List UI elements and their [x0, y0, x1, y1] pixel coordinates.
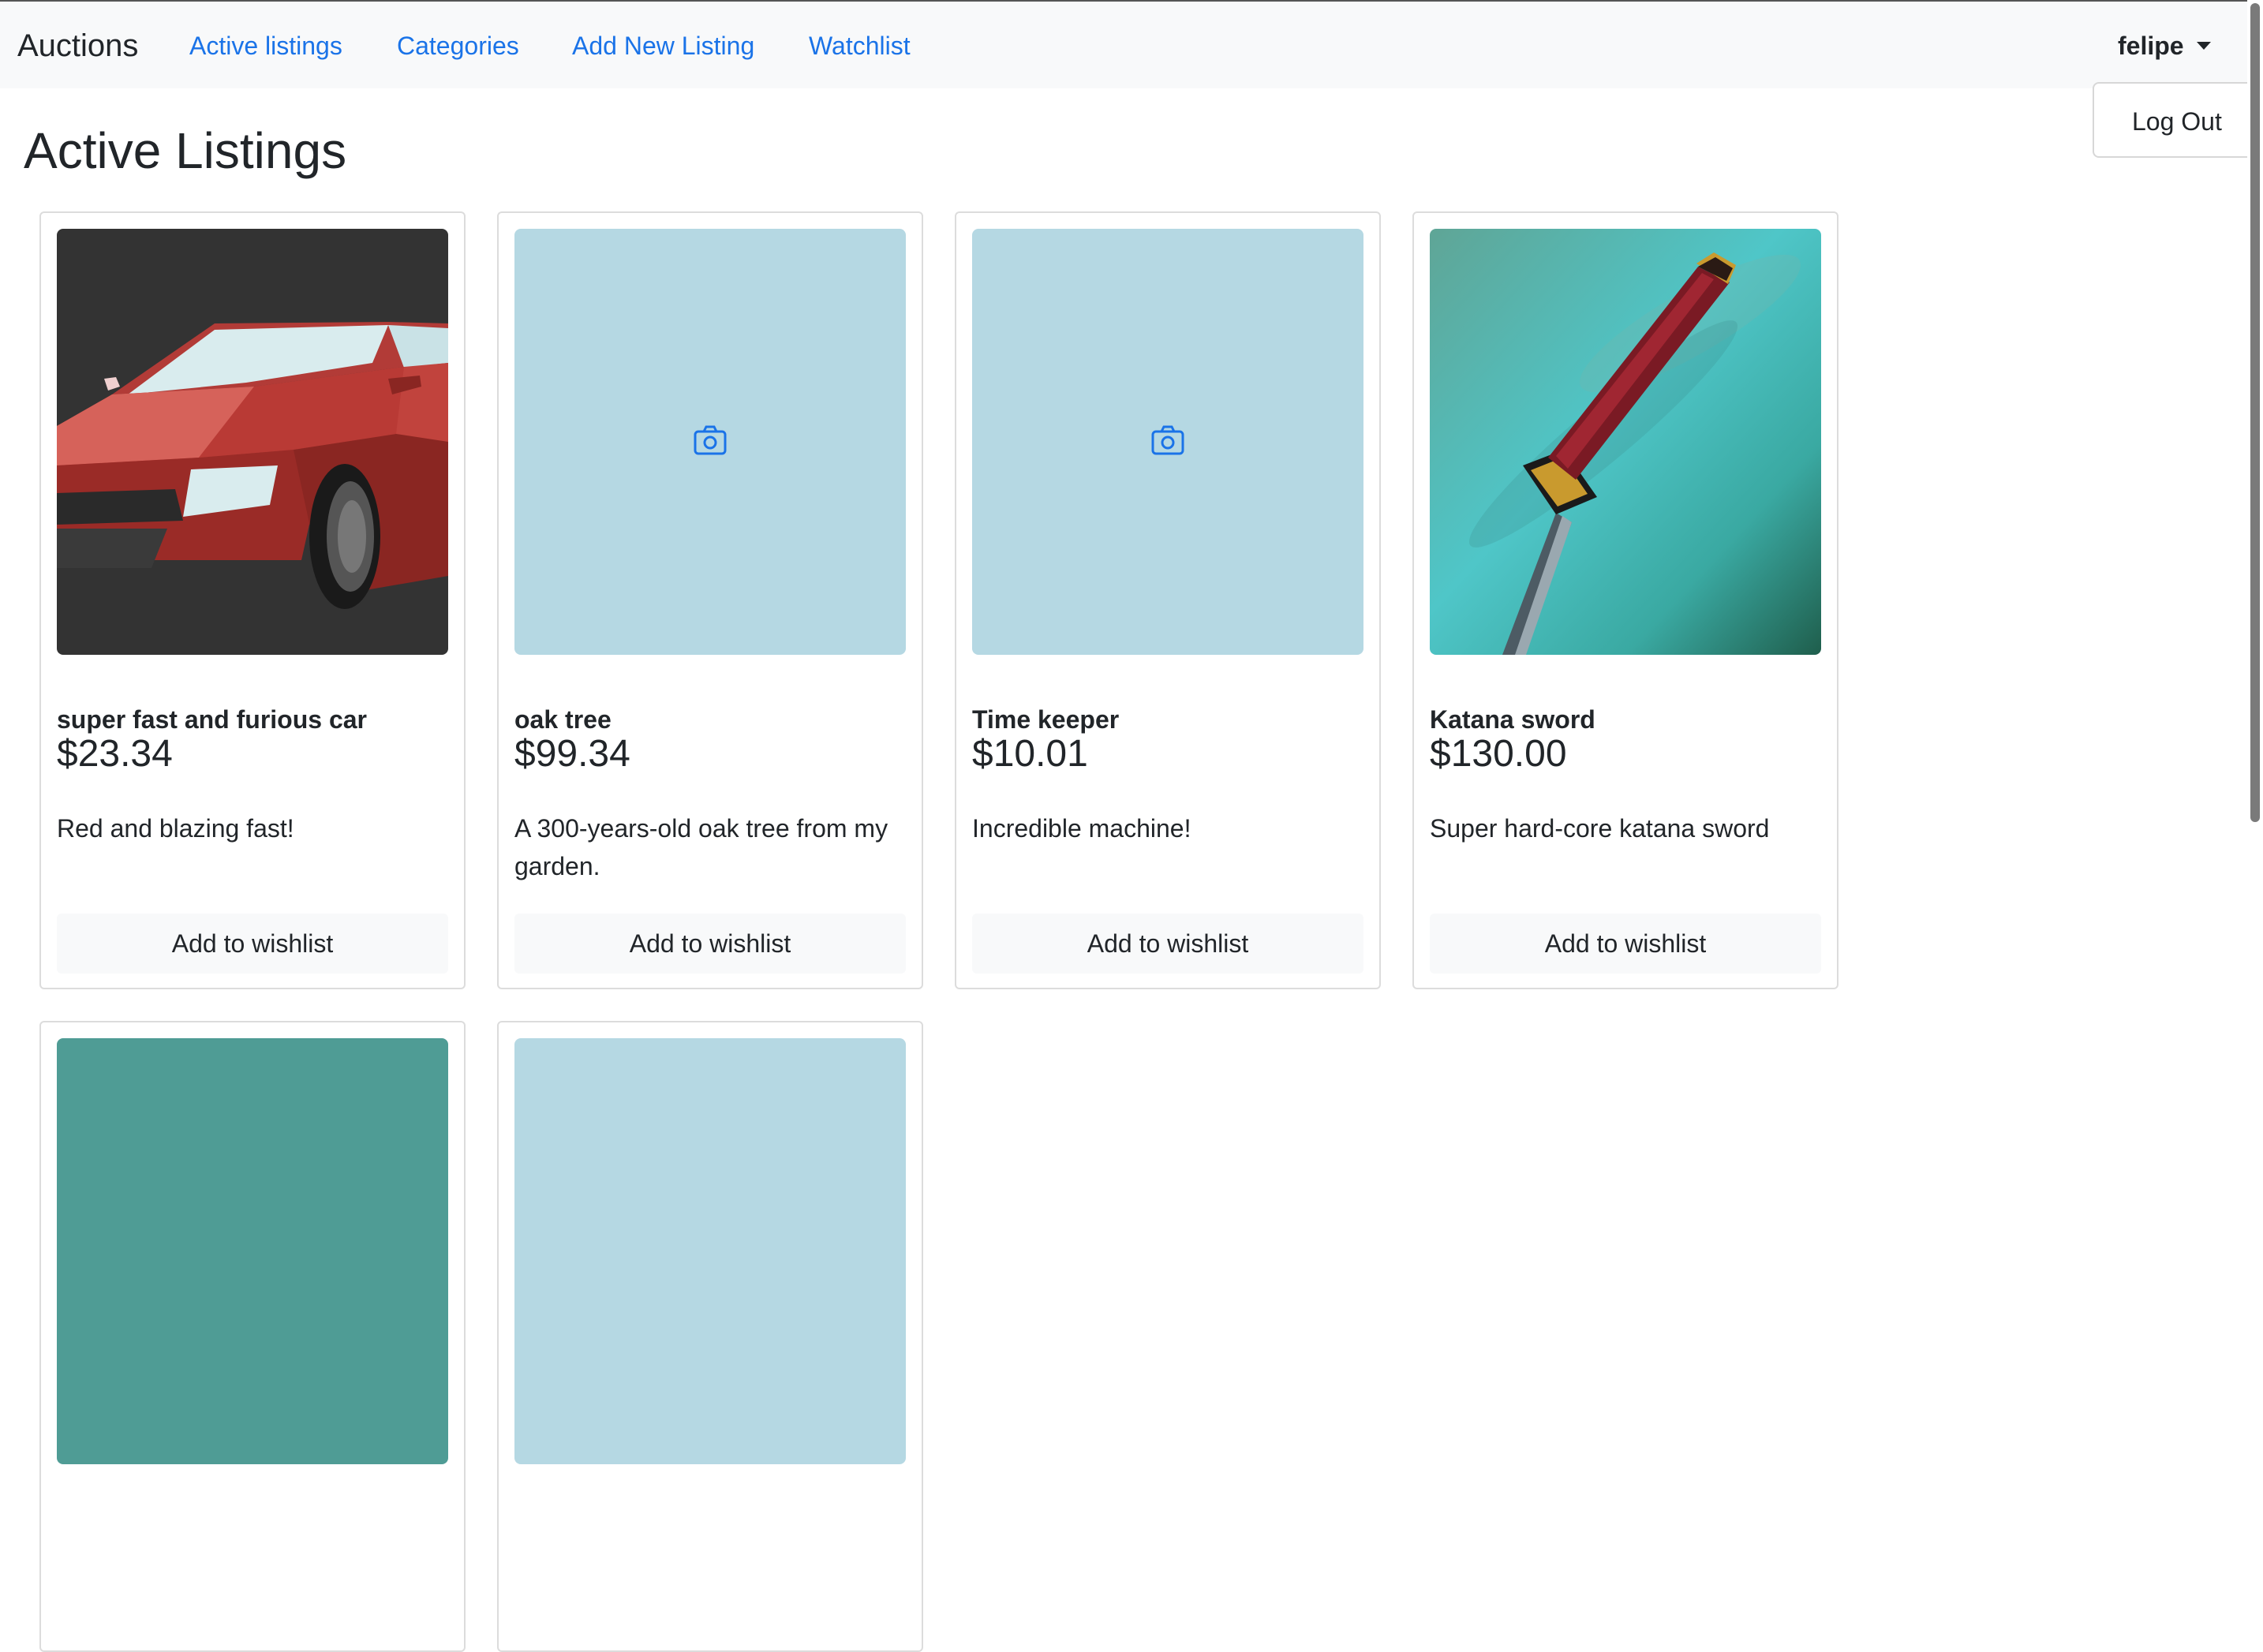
listing-card: Time keeper $10.01 Incredible machine! A… [955, 211, 1381, 989]
listing-price: $23.34 [57, 733, 173, 775]
listing-card-partial [39, 1021, 466, 1652]
camera-icon [1151, 425, 1184, 455]
listing-card: super fast and furious car $23.34 Red an… [39, 211, 466, 989]
username: felipe [2118, 32, 2184, 60]
listing-price: $99.34 [514, 733, 630, 775]
katana-image[interactable] [1430, 229, 1821, 655]
red-car-image[interactable] [57, 229, 448, 655]
add-to-wishlist-button[interactable]: Add to wishlist [57, 914, 448, 974]
nav-categories[interactable]: Categories [397, 32, 519, 61]
listing-card: Katana sword $130.00 Super hard-core kat… [1412, 211, 1838, 989]
listing-title[interactable]: oak tree [514, 705, 612, 734]
nav-active-listings[interactable]: Active listings [189, 32, 342, 61]
listing-price: $130.00 [1430, 733, 1567, 775]
image-placeholder[interactable] [514, 229, 906, 655]
listing-price: $10.01 [972, 733, 1088, 775]
navbar: Auctions Active listings Categories Add … [0, 0, 2263, 88]
nav-watchlist[interactable]: Watchlist [809, 32, 911, 61]
image-placeholder[interactable] [972, 229, 1363, 655]
nav-add-new-listing[interactable]: Add New Listing [572, 32, 754, 61]
page-title: Active Listings [24, 122, 347, 179]
scrollbar-thumb[interactable] [2250, 3, 2260, 822]
listing-description: Incredible machine! [972, 814, 1191, 843]
brand-logo[interactable]: Auctions [17, 28, 138, 64]
listing-title[interactable]: super fast and furious car [57, 705, 367, 734]
camera-icon [694, 425, 727, 455]
add-to-wishlist-button[interactable]: Add to wishlist [514, 914, 906, 974]
image-placeholder[interactable] [514, 1038, 906, 1464]
listing-description: Super hard-core katana sword [1430, 814, 1770, 843]
listing-description: A 300-years-old oak tree from my garden. [514, 814, 888, 880]
listing-card-partial [497, 1021, 923, 1652]
chevron-down-icon [2196, 41, 2211, 50]
add-to-wishlist-button[interactable]: Add to wishlist [1430, 914, 1821, 974]
logout-menu-item[interactable]: Log Out [2132, 107, 2222, 136]
listing-title[interactable]: Time keeper [972, 705, 1119, 734]
user-dropdown-menu: Log Out [2093, 82, 2263, 158]
listing-description: Red and blazing fast! [57, 814, 294, 843]
listing-title[interactable]: Katana sword [1430, 705, 1595, 734]
listing-image-partial[interactable] [57, 1038, 448, 1464]
user-menu-toggle[interactable]: felipe [2118, 32, 2211, 61]
add-to-wishlist-button[interactable]: Add to wishlist [972, 914, 1363, 974]
listing-card: oak tree $99.34 A 300-years-old oak tree… [497, 211, 923, 989]
